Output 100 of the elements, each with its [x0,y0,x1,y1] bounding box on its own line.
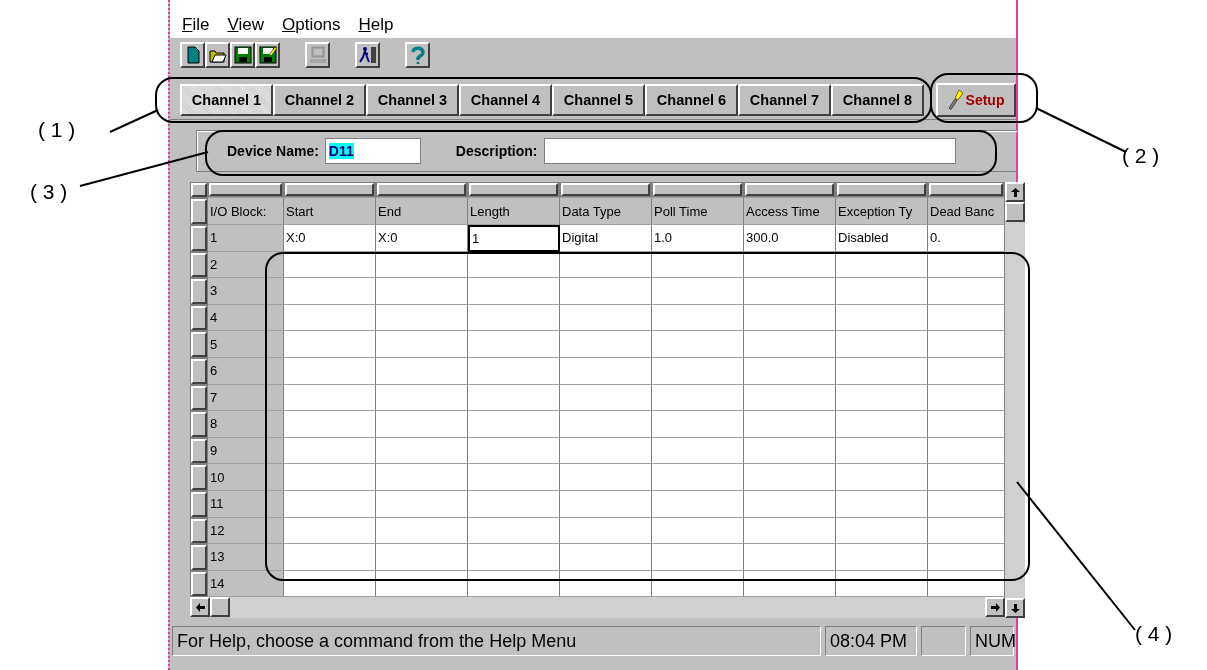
table-cell[interactable] [744,437,836,465]
row-button[interactable] [191,252,207,278]
table-cell[interactable] [468,357,560,385]
help-button[interactable] [405,42,430,68]
table-cell[interactable] [468,544,560,571]
table-cell[interactable] [284,357,376,385]
table-cell[interactable] [284,304,376,332]
table-cell[interactable] [744,411,836,438]
row-button[interactable] [191,226,207,251]
table-cell[interactable] [376,357,468,385]
table-cell[interactable]: 1 [468,225,560,252]
header-button[interactable] [561,183,650,196]
table-cell[interactable] [376,437,468,465]
table-cell[interactable] [560,464,652,491]
table-cell[interactable] [560,278,652,305]
header-button[interactable] [209,183,282,196]
header-button[interactable] [191,183,207,197]
horizontal-scrollbar[interactable] [190,597,1005,619]
row-button[interactable] [191,518,207,544]
header-button[interactable] [469,183,558,196]
menu-item[interactable]: Options [281,15,341,35]
row-button[interactable] [191,199,207,224]
header-button[interactable] [285,183,374,196]
left-arrow-button[interactable] [190,597,210,618]
table-cell[interactable] [928,357,1005,385]
table-cell[interactable] [560,331,652,358]
table-cell[interactable] [284,544,376,571]
table-cell[interactable] [836,544,928,571]
table-cell[interactable] [468,384,560,412]
table-cell[interactable]: 1.0 [652,225,744,252]
table-cell[interactable] [836,357,928,385]
down-arrow-button[interactable] [1005,598,1025,619]
header-button[interactable] [377,183,466,196]
table-cell[interactable] [560,357,652,385]
row-button[interactable] [191,412,207,437]
table-cell[interactable] [836,304,928,332]
table-cell[interactable]: 300.0 [744,225,836,252]
channel-tab[interactable]: Channel 1 [180,83,273,116]
toolbar-button[interactable] [205,42,230,68]
table-cell[interactable] [468,437,560,465]
table-cell[interactable] [468,517,560,545]
table-cell[interactable] [652,437,744,465]
row-button[interactable] [191,332,207,357]
table-cell[interactable] [928,384,1005,412]
table-cell[interactable] [468,331,560,358]
table-cell[interactable] [836,384,928,412]
table-cell[interactable] [928,517,1005,545]
toolbar-button[interactable] [180,42,205,68]
table-cell[interactable] [928,464,1005,491]
table-cell[interactable] [468,411,560,438]
table-cell[interactable] [928,544,1005,571]
table-cell[interactable] [468,304,560,332]
table-cell[interactable] [376,278,468,305]
table-cell[interactable] [284,411,376,438]
header-button[interactable] [745,183,834,196]
table-cell[interactable] [376,517,468,545]
table-cell[interactable] [836,437,928,465]
table-cell[interactable] [652,384,744,412]
table-cell[interactable] [284,517,376,545]
row-button[interactable] [191,465,207,490]
table-cell[interactable] [744,304,836,332]
row-button[interactable] [191,358,207,384]
table-cell[interactable] [560,384,652,412]
channel-tab[interactable]: Channel 7 [738,83,831,116]
table-cell[interactable]: X:0 [284,225,376,252]
header-button[interactable] [929,183,1003,196]
menu-item[interactable]: View [227,15,264,35]
table-cell[interactable] [652,411,744,438]
row-button[interactable] [191,438,207,464]
table-cell[interactable] [376,544,468,571]
table-cell[interactable] [560,544,652,571]
channel-tab[interactable]: Channel 4 [459,83,552,116]
table-cell[interactable] [836,517,928,545]
header-button[interactable] [837,183,926,196]
channel-tab[interactable]: Channel 8 [831,83,924,116]
table-cell[interactable] [560,490,652,518]
device-name-field[interactable]: D11 [324,138,421,164]
table-cell[interactable] [376,490,468,518]
table-cell[interactable] [284,437,376,465]
table-cell[interactable] [284,384,376,412]
table-cell[interactable] [468,490,560,518]
table-cell[interactable] [560,304,652,332]
table-cell[interactable] [744,384,836,412]
table-cell[interactable] [376,464,468,491]
toolbar-button[interactable] [255,42,280,68]
table-cell[interactable] [652,490,744,518]
table-cell[interactable] [376,331,468,358]
row-button[interactable] [191,545,207,570]
row-button[interactable] [191,571,207,597]
menu-item[interactable]: File [182,15,210,35]
menu-item[interactable]: Help [358,15,394,35]
table-cell[interactable] [928,437,1005,465]
row-button[interactable] [191,491,207,517]
table-cell[interactable] [652,517,744,545]
table-cell[interactable] [468,278,560,305]
table-cell[interactable] [284,490,376,518]
table-cell[interactable] [652,357,744,385]
table-cell[interactable] [928,278,1005,305]
channel-tab[interactable]: Channel 3 [366,83,459,116]
table-cell[interactable] [652,331,744,358]
